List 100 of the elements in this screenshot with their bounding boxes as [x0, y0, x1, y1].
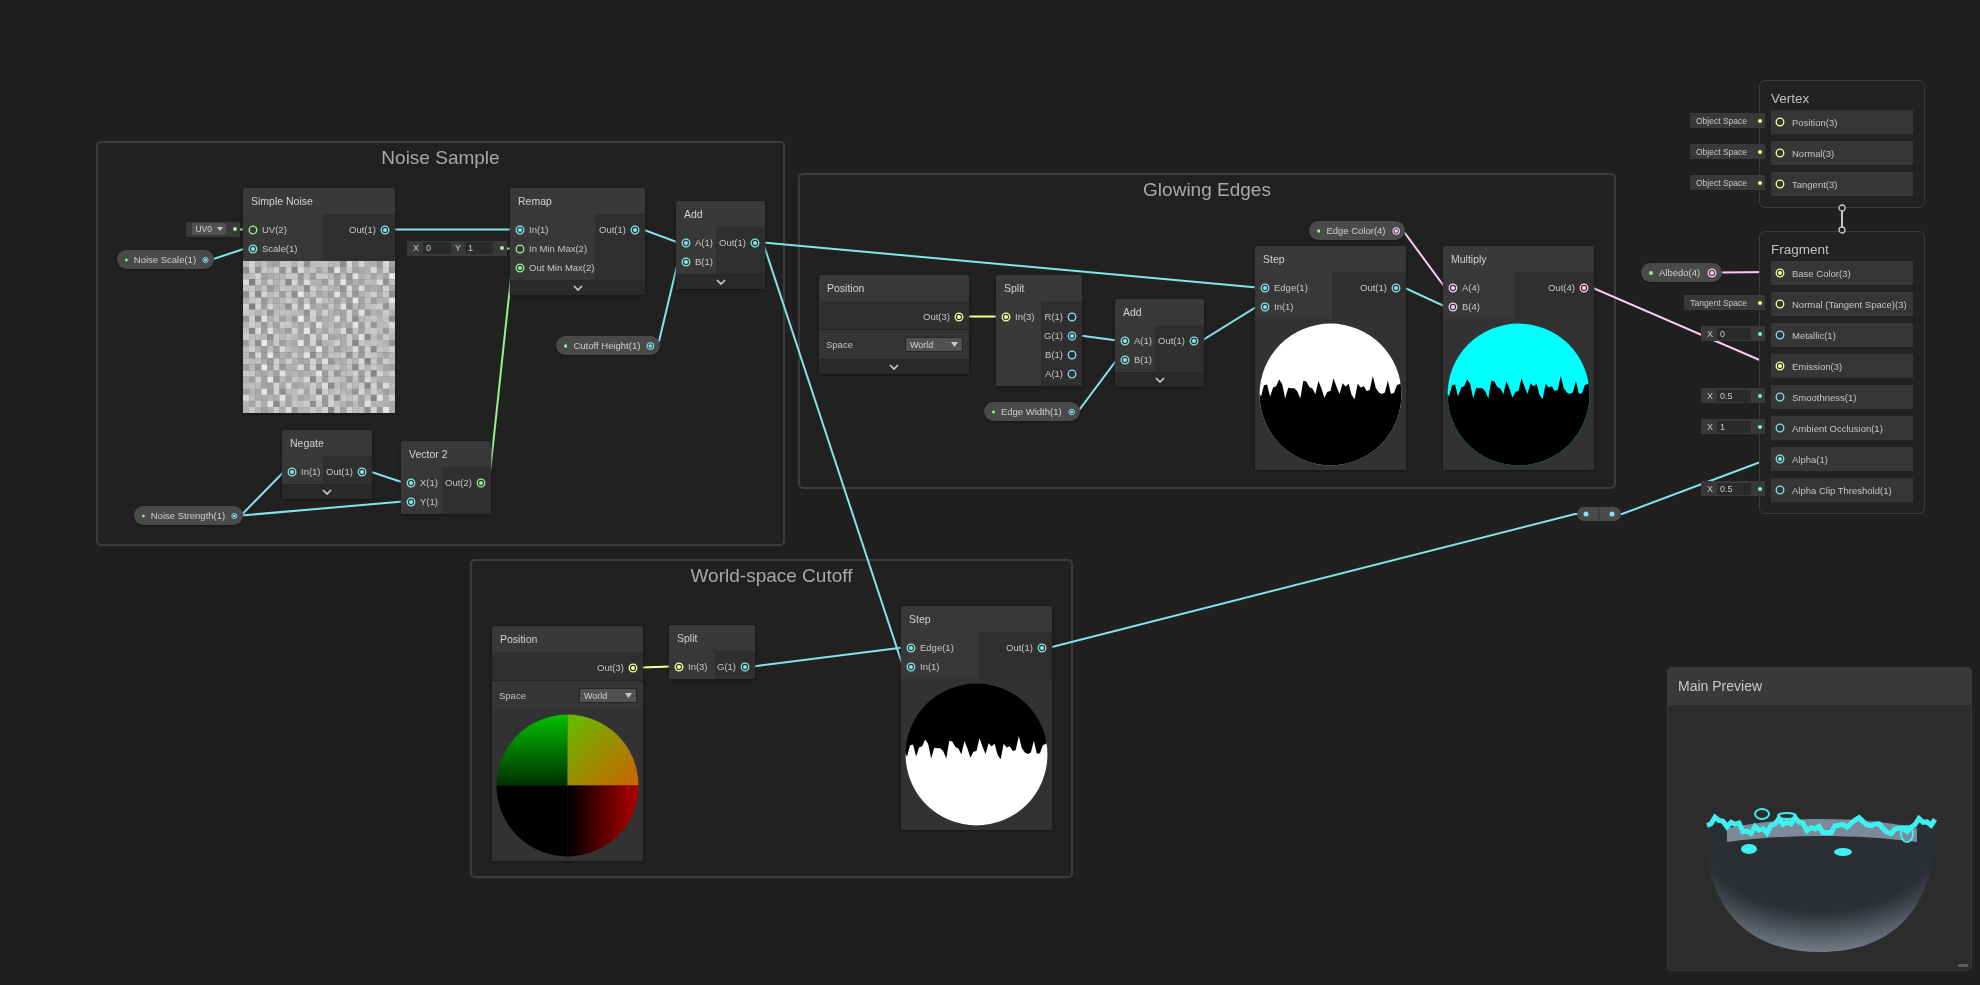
stack-block[interactable]: Position(3)	[1771, 110, 1913, 134]
port-icon[interactable]	[1067, 311, 1077, 322]
space-dropdown[interactable]: World	[579, 688, 637, 703]
port-icon[interactable]	[681, 256, 691, 267]
number-field[interactable]: 0	[1717, 327, 1751, 340]
shader-node[interactable]: Multiply A(4) B(4) Out(4)	[1443, 246, 1594, 470]
port-icon[interactable]	[202, 254, 209, 265]
chevron-icon[interactable]	[572, 285, 583, 291]
port-icon[interactable]	[248, 224, 258, 235]
port-icon[interactable]	[1067, 368, 1077, 379]
port-icon[interactable]	[1037, 642, 1047, 653]
chevron-icon[interactable]	[322, 489, 332, 495]
shader-node[interactable]: Vector 2 X(1) Y(1) Out(2)	[401, 441, 491, 514]
port-icon[interactable]	[1775, 454, 1785, 464]
port-label: X(1)	[420, 477, 438, 488]
caret-icon	[625, 693, 632, 698]
block-label: Metallic(1)	[1792, 329, 1836, 341]
stack-block[interactable]: Tangent(3)	[1771, 172, 1913, 196]
shader-node[interactable]: Split In(3) R(1) G(1) B(1) A(1)	[996, 275, 1082, 386]
group-title: Glowing Edges	[1143, 178, 1271, 202]
port-icon[interactable]	[740, 661, 750, 672]
port-icon[interactable]	[476, 477, 486, 488]
port-icon[interactable]	[1448, 301, 1458, 312]
port-icon[interactable]	[750, 237, 760, 248]
property-pill[interactable]: Cutoff Height(1)	[556, 336, 660, 355]
node-title: Simple Noise	[243, 188, 395, 214]
port-icon[interactable]	[1775, 330, 1785, 340]
resize-handle-icon[interactable]	[1958, 964, 1968, 967]
port-icon[interactable]	[380, 224, 390, 235]
port-icon[interactable]	[248, 243, 258, 254]
stack-block[interactable]: Normal(3)	[1771, 141, 1913, 165]
shader-node[interactable]: Position Out(3) Space World	[819, 275, 969, 374]
chevron-icon[interactable]	[1154, 377, 1165, 383]
port-icon[interactable]	[1120, 335, 1130, 346]
port-icon[interactable]	[1391, 282, 1401, 293]
shader-node[interactable]: Position Out(3) Space World	[492, 626, 643, 861]
number-field[interactable]: 0.5	[1717, 482, 1751, 495]
port-icon[interactable]	[681, 237, 691, 248]
stack-block[interactable]: Normal (Tangent Space)(3)	[1771, 292, 1913, 316]
port-icon[interactable]	[1391, 225, 1400, 236]
port-icon[interactable]	[1579, 282, 1589, 293]
port-icon[interactable]	[515, 224, 525, 235]
port-icon[interactable]	[357, 466, 367, 477]
stack-block[interactable]: Emission(3)	[1771, 354, 1913, 378]
stack-block[interactable]: Base Color(3)	[1771, 261, 1913, 285]
chevron-icon[interactable]	[889, 364, 899, 370]
port-icon[interactable]	[515, 262, 525, 273]
node-title: Add	[676, 201, 765, 227]
shader-node[interactable]: Add A(1) B(1) Out(1)	[676, 201, 765, 289]
port-icon[interactable]	[1775, 485, 1785, 495]
port-icon[interactable]	[1067, 349, 1077, 360]
number-field[interactable]: 1	[465, 242, 493, 254]
shader-node[interactable]: Add A(1) B(1) Out(1)	[1115, 299, 1204, 387]
port-icon[interactable]	[1120, 354, 1130, 365]
stack-block[interactable]: Smoothness(1)	[1771, 385, 1913, 409]
port-icon[interactable]	[1448, 282, 1458, 293]
shader-node[interactable]: Step Edge(1) In(1) Out(1)	[1255, 246, 1406, 470]
port-icon[interactable]	[287, 466, 297, 477]
stack-block[interactable]: Alpha Clip Threshold(1)	[1771, 478, 1913, 502]
space-dropdown[interactable]: World	[905, 337, 963, 352]
port-label: Edge(1)	[1274, 282, 1308, 293]
shader-node[interactable]: Simple Noise UV(2) Scale(1) Out(1)	[243, 188, 395, 413]
stack-block[interactable]: Ambient Occlusion(1)	[1771, 416, 1913, 440]
property-pill[interactable]: Albedo(4)	[1641, 263, 1722, 282]
port-icon[interactable]	[1189, 335, 1199, 346]
number-field[interactable]: 0	[423, 242, 451, 254]
port-icon[interactable]	[1067, 330, 1077, 341]
property-pill[interactable]: Edge Color(4)	[1309, 221, 1405, 240]
stack-block[interactable]: Metallic(1)	[1771, 323, 1913, 347]
port-icon[interactable]	[231, 510, 238, 521]
shader-node[interactable]: Negate In(1) Out(1)	[282, 430, 372, 499]
property-pill[interactable]: Noise Scale(1)	[117, 250, 214, 269]
property-pill[interactable]: Noise Strength(1)	[134, 506, 243, 525]
port-icon[interactable]	[906, 661, 916, 672]
reroute-node-icon[interactable]	[1577, 507, 1621, 521]
number-field[interactable]: 1	[1717, 420, 1751, 433]
port-icon[interactable]	[515, 243, 525, 254]
port-label: Y(1)	[420, 496, 438, 507]
port-icon[interactable]	[646, 340, 655, 351]
uv-dropdown[interactable]: UV0	[192, 223, 226, 235]
port-icon[interactable]	[406, 477, 416, 488]
port-icon[interactable]	[1707, 267, 1717, 278]
port-icon[interactable]	[1260, 282, 1270, 293]
property-pill[interactable]: Edge Width(1)	[984, 402, 1080, 421]
node-title: Remap	[510, 188, 645, 214]
stack-block[interactable]: Alpha(1)	[1771, 447, 1913, 471]
port-icon[interactable]	[1775, 392, 1785, 402]
space-label: Object Space	[1695, 115, 1748, 126]
port-icon[interactable]	[1067, 406, 1075, 417]
connector-dot-icon	[1758, 486, 1762, 491]
port-icon[interactable]	[1775, 423, 1785, 433]
port-icon[interactable]	[630, 224, 640, 235]
number-field[interactable]: 0.5	[1717, 389, 1751, 402]
port-icon[interactable]	[1260, 301, 1270, 312]
port-icon[interactable]	[906, 642, 916, 653]
chevron-icon[interactable]	[715, 279, 726, 285]
shader-node[interactable]: Remap In(1) In Min Max(2) Out Min Max(2) Out(1)	[510, 188, 645, 295]
port-icon[interactable]	[406, 496, 416, 507]
shader-node[interactable]: Step Edge(1) In(1) Out(1)	[901, 606, 1052, 830]
shader-node[interactable]: Split In(3) G(1)	[669, 625, 755, 679]
